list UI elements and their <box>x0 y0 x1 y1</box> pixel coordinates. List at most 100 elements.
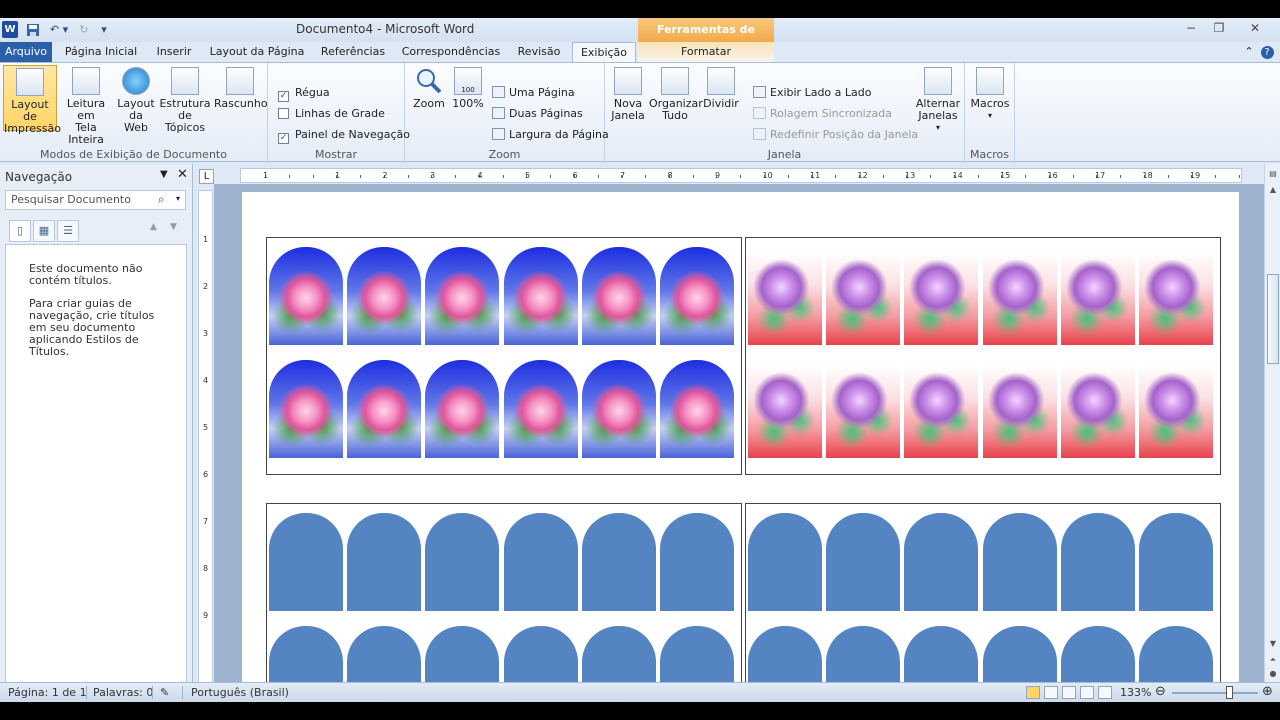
violet-label-shape[interactable] <box>904 365 979 458</box>
tab-selector[interactable]: L <box>199 169 214 184</box>
tab-correspondencias[interactable]: Correspondências <box>398 42 504 62</box>
rose-label-shape[interactable] <box>660 360 734 458</box>
zoom-100-button[interactable]: 100 100% <box>451 65 485 131</box>
exibir-lado-a-lado-button[interactable]: Exibir Lado a Lado <box>753 84 871 102</box>
violet-label-shape[interactable] <box>748 365 822 458</box>
blue-arch-shape[interactable] <box>660 513 734 611</box>
painel-navegacao-checkbox[interactable]: ✓ Painel de Navegação <box>278 126 410 144</box>
previous-page-icon[interactable]: ⏶ <box>1267 654 1279 666</box>
blue-arch-shape[interactable] <box>904 513 979 611</box>
previous-heading-icon[interactable]: ▲ <box>150 222 157 232</box>
tab-inserir[interactable]: Inserir <box>150 42 198 62</box>
linhas-grade-checkbox[interactable]: Linhas de Grade <box>278 105 385 123</box>
rose-label-shape[interactable] <box>503 360 578 458</box>
vertical-scrollbar[interactable]: ▤ ▲ ▼ ⏶ ● ⏷ <box>1264 164 1280 700</box>
blue-arch-shape[interactable] <box>1139 513 1213 611</box>
zoom-out-icon[interactable]: ⊖ <box>1155 684 1166 699</box>
violet-label-shape[interactable] <box>982 365 1057 458</box>
rose-label-shape[interactable] <box>425 360 500 458</box>
zoom-level[interactable]: 133% <box>1120 686 1151 699</box>
rose-label-shape[interactable] <box>503 247 578 345</box>
shape-group-blue-arches-right[interactable] <box>745 503 1221 702</box>
outline-view-icon[interactable] <box>1080 686 1094 699</box>
rose-label-shape[interactable] <box>347 360 422 458</box>
tab-referencias[interactable]: Referências <box>316 42 390 62</box>
shape-group-violet-labels[interactable] <box>745 237 1221 475</box>
headings-tab-icon[interactable]: ▯ <box>9 220 31 242</box>
tab-pagina-inicial[interactable]: Página Inicial <box>60 42 142 62</box>
nav-options-icon[interactable]: ▼ <box>160 169 168 180</box>
browse-object-icon[interactable]: ● <box>1267 668 1279 680</box>
undo-icon[interactable]: ↶ ▾ <box>46 21 72 38</box>
tab-formatar[interactable]: Formatar <box>638 42 774 62</box>
word-count[interactable]: Palavras: 0 <box>93 686 153 699</box>
blue-arch-shape[interactable] <box>581 513 656 611</box>
dividir-button[interactable]: Dividir <box>703 65 739 131</box>
vertical-ruler[interactable]: 1 2 3 4 5 6 7 8 9 <box>198 190 213 700</box>
shape-group-rose-labels[interactable] <box>266 237 742 475</box>
blue-arch-shape[interactable] <box>347 513 422 611</box>
duas-paginas-button[interactable]: Duas Páginas <box>492 105 583 123</box>
draft-view-icon[interactable] <box>1098 686 1112 699</box>
document-page[interactable] <box>242 192 1239 702</box>
help-icon[interactable]: ? <box>1258 42 1276 62</box>
violet-label-shape[interactable] <box>1139 365 1213 458</box>
blue-arch-shape[interactable] <box>748 513 822 611</box>
rose-label-shape[interactable] <box>269 360 343 458</box>
web-view-icon[interactable] <box>1062 686 1076 699</box>
blue-arch-shape[interactable] <box>425 513 500 611</box>
violet-label-shape[interactable] <box>1060 252 1135 345</box>
blue-arch-shape[interactable] <box>826 513 901 611</box>
uma-pagina-button[interactable]: Uma Página <box>492 84 575 102</box>
violet-label-shape[interactable] <box>982 252 1057 345</box>
blue-arch-shape[interactable] <box>269 513 343 611</box>
minimize-ribbon-icon[interactable]: ⌃ <box>1242 42 1256 62</box>
results-tab-icon[interactable]: ☰ <box>57 220 79 242</box>
document-area[interactable] <box>214 184 1264 702</box>
violet-label-shape[interactable] <box>748 252 822 345</box>
violet-label-shape[interactable] <box>904 252 979 345</box>
view-ruler-icon[interactable]: ▤ <box>1267 168 1279 180</box>
page-count[interactable]: Página: 1 de 1 <box>8 686 87 699</box>
rolagem-sincronizada-button[interactable]: Rolagem Sincronizada <box>753 105 892 123</box>
scroll-up-icon[interactable]: ▲ <box>1267 184 1279 196</box>
redefinir-posicao-button[interactable]: Redefinir Posição da Janela <box>753 126 918 144</box>
regua-checkbox[interactable]: ✓ Régua <box>278 84 330 102</box>
leitura-tela-inteira-button[interactable]: Leitura em Tela Inteira <box>58 65 114 146</box>
rose-label-shape[interactable] <box>581 360 656 458</box>
violet-label-shape[interactable] <box>1060 365 1135 458</box>
layout-impressao-button[interactable]: Layout de Impressão <box>3 65 61 135</box>
tab-exibicao[interactable]: Exibição <box>572 42 636 62</box>
blue-arch-shape[interactable] <box>982 513 1057 611</box>
rose-label-shape[interactable] <box>581 247 656 345</box>
nav-close-icon[interactable]: ✕ <box>177 167 188 182</box>
rascunho-button[interactable]: Rascunho <box>214 65 268 131</box>
restore-button[interactable]: ❐ <box>1204 18 1234 38</box>
proofing-icon[interactable]: ✎ <box>160 686 169 699</box>
violet-label-shape[interactable] <box>826 252 901 345</box>
organizar-tudo-button[interactable]: Organizar Tudo <box>649 65 703 131</box>
save-icon[interactable] <box>25 21 41 38</box>
reading-view-icon[interactable] <box>1044 686 1058 699</box>
rose-label-shape[interactable] <box>347 247 422 345</box>
layout-web-button[interactable]: Layout da Web <box>116 65 156 134</box>
search-dropdown-icon[interactable]: ▾ <box>176 194 180 203</box>
violet-label-shape[interactable] <box>1139 252 1213 345</box>
shape-group-blue-arches-left[interactable] <box>266 503 742 702</box>
macros-button[interactable]: Macros ▾ <box>970 65 1010 131</box>
alternar-janelas-button[interactable]: Alternar Janelas ▾ <box>913 65 963 132</box>
nova-janela-button[interactable]: Nova Janela <box>609 65 647 131</box>
minimize-button[interactable]: − <box>1176 18 1206 38</box>
violet-label-shape[interactable] <box>826 365 901 458</box>
pages-tab-icon[interactable]: ▦ <box>33 220 55 242</box>
rose-label-shape[interactable] <box>425 247 500 345</box>
rose-label-shape[interactable] <box>660 247 734 345</box>
print-layout-view-icon[interactable] <box>1026 686 1040 699</box>
scroll-down-icon[interactable]: ▼ <box>1267 638 1279 650</box>
close-button[interactable]: ✕ <box>1234 18 1276 38</box>
customize-qat-icon[interactable]: ▾ <box>98 21 110 38</box>
zoom-slider-thumb[interactable] <box>1225 686 1233 699</box>
rose-label-shape[interactable] <box>269 247 343 345</box>
redo-icon[interactable]: ↻ <box>76 21 92 38</box>
blue-arch-shape[interactable] <box>503 513 578 611</box>
